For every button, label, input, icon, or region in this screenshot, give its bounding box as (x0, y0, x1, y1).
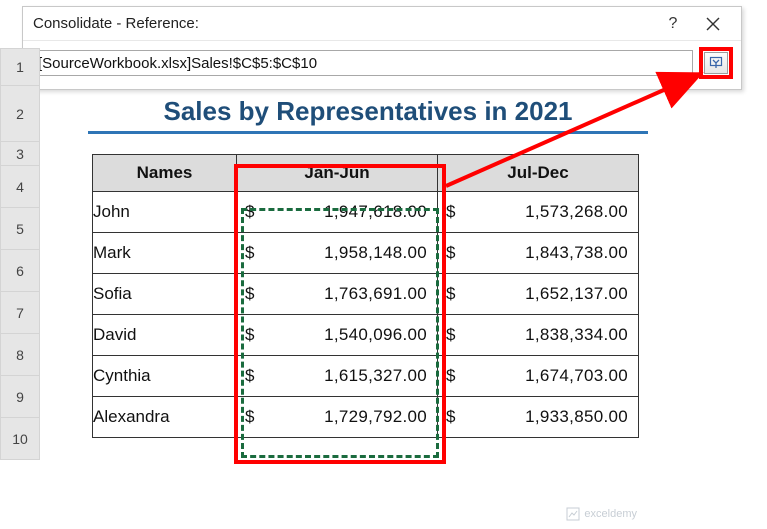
juldec-cell[interactable]: $1,838,334.00 (438, 315, 639, 356)
row-header[interactable]: 8 (0, 334, 40, 376)
amount-value: 1,933,850.00 (456, 407, 634, 427)
currency-symbol: $ (237, 284, 255, 304)
watermark: exceldemy (566, 507, 637, 521)
row-header[interactable]: 10 (0, 418, 40, 460)
col-header-juldec: Jul-Dec (438, 155, 639, 192)
table-row: Alexandra$1,729,792.00$1,933,850.00 (93, 397, 639, 438)
amount-value: 1,573,268.00 (456, 202, 634, 222)
dialog-body (23, 41, 741, 89)
table-header-row: Names Jan-Jun Jul-Dec (93, 155, 639, 192)
table-row: David$1,540,096.00$1,838,334.00 (93, 315, 639, 356)
table-row: John$1,947,618.00$1,573,268.00 (93, 192, 639, 233)
expand-dialog-button[interactable] (704, 52, 728, 74)
watermark-icon (566, 507, 580, 521)
dialog-titlebar: Consolidate - Reference: ? (23, 7, 741, 41)
row-header[interactable]: 7 (0, 292, 40, 334)
amount-value: 1,958,148.00 (255, 243, 433, 263)
row-header[interactable]: 9 (0, 376, 40, 418)
currency-symbol: $ (237, 202, 255, 222)
currency-symbol: $ (438, 243, 456, 263)
amount-value: 1,947,618.00 (255, 202, 433, 222)
dialog-close-button[interactable] (691, 9, 735, 39)
col-header-janjun: Jan-Jun (237, 155, 438, 192)
amount-value: 1,843,738.00 (456, 243, 634, 263)
amount-value: 1,838,334.00 (456, 325, 634, 345)
juldec-cell[interactable]: $1,573,268.00 (438, 192, 639, 233)
close-icon (706, 17, 720, 31)
expand-button-highlight (699, 47, 733, 79)
col-header-names: Names (93, 155, 237, 192)
amount-value: 1,540,096.00 (255, 325, 433, 345)
janjun-cell[interactable]: $1,763,691.00 (237, 274, 438, 315)
worksheet-area: Sales by Representatives in 2021 Names J… (40, 86, 767, 438)
table-row: Sofia$1,763,691.00$1,652,137.00 (93, 274, 639, 315)
currency-symbol: $ (438, 325, 456, 345)
currency-symbol: $ (438, 284, 456, 304)
sales-table: Names Jan-Jun Jul-Dec John$1,947,618.00$… (92, 154, 639, 438)
row-header[interactable]: 1 (0, 48, 40, 86)
currency-symbol: $ (237, 366, 255, 386)
name-cell[interactable]: Alexandra (93, 397, 237, 438)
name-cell[interactable]: Sofia (93, 274, 237, 315)
dialog-help-button[interactable]: ? (655, 15, 691, 33)
name-cell[interactable]: Mark (93, 233, 237, 274)
janjun-cell[interactable]: $1,540,096.00 (237, 315, 438, 356)
currency-symbol: $ (438, 366, 456, 386)
janjun-cell[interactable]: $1,615,327.00 (237, 356, 438, 397)
table-row: Mark$1,958,148.00$1,843,738.00 (93, 233, 639, 274)
row-header[interactable]: 5 (0, 208, 40, 250)
janjun-cell[interactable]: $1,947,618.00 (237, 192, 438, 233)
janjun-cell[interactable]: $1,729,792.00 (237, 397, 438, 438)
dialog-title: Consolidate - Reference: (33, 15, 655, 32)
currency-symbol: $ (237, 407, 255, 427)
consolidate-reference-dialog: Consolidate - Reference: ? (22, 6, 742, 90)
row-header[interactable]: 4 (0, 166, 40, 208)
reference-input[interactable] (31, 50, 693, 76)
expand-dialog-icon (709, 56, 723, 70)
amount-value: 1,674,703.00 (456, 366, 634, 386)
amount-value: 1,652,137.00 (456, 284, 634, 304)
name-cell[interactable]: John (93, 192, 237, 233)
currency-symbol: $ (438, 202, 456, 222)
currency-symbol: $ (237, 243, 255, 263)
row-header[interactable]: 3 (0, 142, 40, 166)
janjun-cell[interactable]: $1,958,148.00 (237, 233, 438, 274)
table-row: Cynthia$1,615,327.00$1,674,703.00 (93, 356, 639, 397)
juldec-cell[interactable]: $1,652,137.00 (438, 274, 639, 315)
watermark-text: exceldemy (584, 508, 637, 520)
spacer-row (40, 134, 767, 154)
currency-symbol: $ (237, 325, 255, 345)
row-headers: 1 2 3 4 5 6 7 8 9 10 (0, 48, 40, 460)
amount-value: 1,729,792.00 (255, 407, 433, 427)
amount-value: 1,763,691.00 (255, 284, 433, 304)
name-cell[interactable]: Cynthia (93, 356, 237, 397)
amount-value: 1,615,327.00 (255, 366, 433, 386)
juldec-cell[interactable]: $1,674,703.00 (438, 356, 639, 397)
juldec-cell[interactable]: $1,933,850.00 (438, 397, 639, 438)
currency-symbol: $ (438, 407, 456, 427)
juldec-cell[interactable]: $1,843,738.00 (438, 233, 639, 274)
sheet-title: Sales by Representatives in 2021 (88, 86, 648, 134)
row-header[interactable]: 6 (0, 250, 40, 292)
row-header[interactable]: 2 (0, 86, 40, 142)
name-cell[interactable]: David (93, 315, 237, 356)
